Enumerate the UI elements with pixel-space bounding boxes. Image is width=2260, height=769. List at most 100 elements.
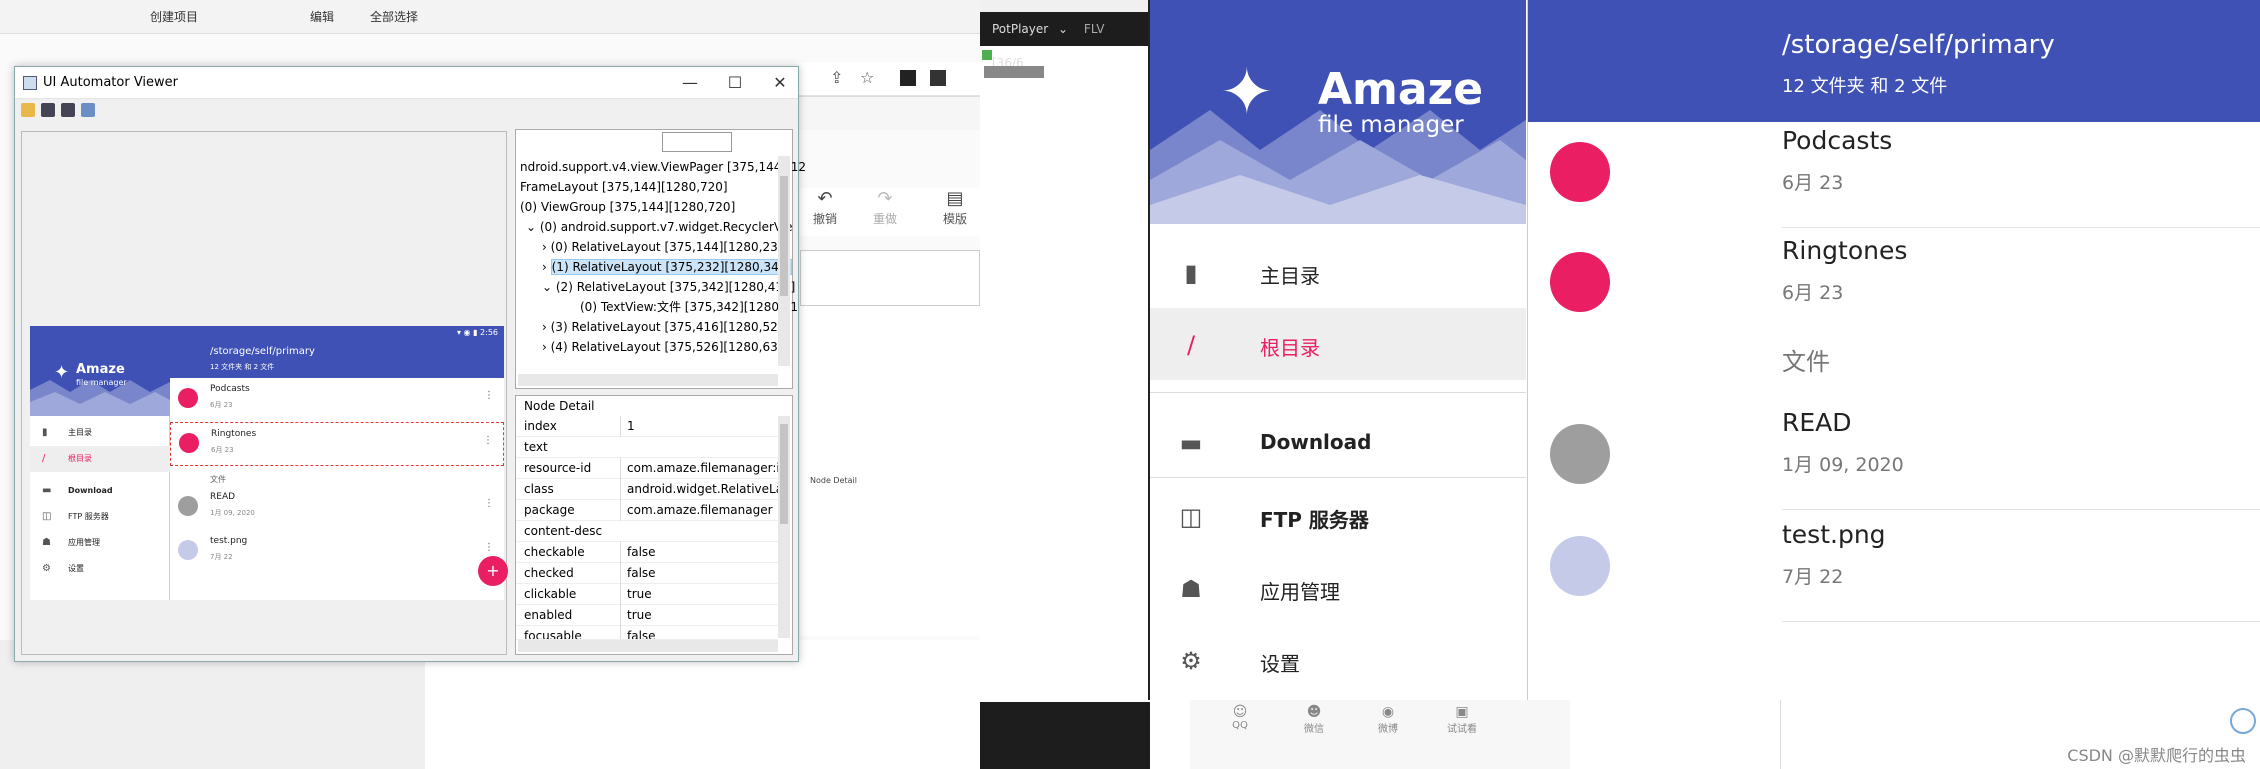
drawer-item-root[interactable]: / 根目录: [30, 446, 170, 472]
drawer-item-apps[interactable]: ☗ 应用管理: [1150, 552, 1526, 624]
tab-select-all[interactable]: 全部选择: [370, 8, 418, 25]
drawer-divider: [1150, 392, 1526, 393]
avatar-icon[interactable]: [2230, 708, 2256, 734]
file-row[interactable]: Podcasts 6月 23 ⋮: [170, 378, 504, 422]
more-icon[interactable]: ⋮: [484, 542, 494, 553]
chevron-down-icon[interactable]: ⌄: [1058, 22, 1068, 36]
template-button[interactable]: ▤ 模版: [930, 188, 980, 227]
share-qq[interactable]: ☺ QQ: [1220, 704, 1260, 731]
ftp-icon: ◫: [1179, 503, 1203, 531]
drawer-item-download[interactable]: ▬ Download: [30, 478, 170, 504]
expand-chevron-icon[interactable]: ⌄: [542, 280, 556, 294]
share-bar: ☺ QQ ☻ 微信 ◉ 微博 ▣ 试试看: [1190, 700, 1570, 769]
tree-node[interactable]: › (0) RelativeLayout [375,144][1280,230]: [542, 238, 790, 256]
tree-scrollbar[interactable]: [778, 156, 790, 366]
more-icon[interactable]: ⋮: [484, 390, 494, 401]
redo-button[interactable]: ↷ 重做: [860, 188, 910, 227]
detail-row[interactable]: index 1: [516, 416, 778, 437]
file-row[interactable]: READ 1月 09, 2020 ⋮: [170, 486, 504, 530]
drawer-item-settings[interactable]: ⚙ 设置: [1150, 624, 1526, 696]
detail-row[interactable]: classandroid.widget.RelativeLayou: [516, 479, 780, 500]
tree-node[interactable]: (0) ViewGroup [375,144][1280,720]: [520, 198, 735, 216]
device-screenshot[interactable]: ▾ ◉ ▮ 2:56 /storage/self/primary 12 文件夹 …: [30, 326, 508, 600]
file-row[interactable]: Podcasts 6月 23: [1528, 118, 2260, 228]
expand-chevron-icon[interactable]: ⌄: [526, 220, 540, 234]
weibo-icon: ◉: [1381, 704, 1395, 720]
tab-create-project[interactable]: 创建项目: [150, 8, 198, 25]
detail-hscrollbar[interactable]: [518, 640, 778, 652]
file-row-selected[interactable]: Ringtones 6月 23 ⋮: [170, 422, 504, 466]
tree-node[interactable]: ⌄ (2) RelativeLayout [375,342][1280,414]: [542, 278, 795, 296]
undo-icon: ↶: [817, 188, 833, 209]
tree-node[interactable]: ndroid.support.v4.view.ViewPager [375,14…: [520, 158, 806, 176]
star-icon[interactable]: ☆: [860, 68, 874, 87]
potplayer-bottom: [980, 702, 1150, 769]
extension-icon[interactable]: [900, 70, 916, 86]
file-row[interactable]: READ 1月 09, 2020: [1528, 400, 2260, 510]
detail-scrollbar[interactable]: [778, 416, 790, 638]
collapse-chevron-icon[interactable]: ›: [542, 240, 551, 254]
folder-count: 12 文件夹 和 2 文件: [210, 363, 275, 371]
drawer-item-home[interactable]: ▮ 主目录: [30, 420, 170, 446]
tree-node[interactable]: (0) TextView:文件 [375,342][1280,41: [580, 298, 798, 316]
open-folder-icon[interactable]: [21, 103, 35, 117]
close-button[interactable]: ✕: [760, 71, 800, 95]
drawer-item-root[interactable]: / 根目录: [1150, 308, 1526, 380]
tree-node[interactable]: ⌄ (0) android.support.v7.widget.Recycler…: [526, 218, 793, 236]
sd-card-icon: ▮: [42, 427, 48, 438]
tab-edit[interactable]: 编辑: [310, 8, 334, 25]
file-row[interactable]: Ringtones 6月 23: [1528, 228, 2260, 338]
minimize-button[interactable]: —: [670, 71, 710, 95]
detail-row[interactable]: content-desc: [516, 521, 778, 542]
compressed-screenshot-icon[interactable]: [61, 103, 75, 117]
behind-window-mini: [800, 250, 980, 306]
drawer-header: ✦ Amaze file manager: [1150, 0, 1526, 224]
detail-row[interactable]: clickable true: [516, 584, 778, 605]
save-icon[interactable]: [81, 103, 95, 117]
gear-icon: ⚙: [1180, 647, 1202, 675]
tree-hscrollbar[interactable]: [518, 374, 778, 386]
scroll-thumb[interactable]: [780, 176, 788, 296]
tree-filter-input[interactable]: [662, 132, 732, 152]
drawer-item-home[interactable]: ▮ 主目录: [1150, 236, 1526, 308]
selenium-icon[interactable]: [930, 70, 946, 86]
detail-row[interactable]: resource-idcom.amaze.filemanager:id/s: [516, 458, 780, 479]
collapse-chevron-icon[interactable]: ›: [542, 320, 551, 334]
section-label: 文件: [1782, 348, 1830, 376]
detail-row[interactable]: package com.amaze.filemanager: [516, 500, 778, 521]
tree-node[interactable]: FrameLayout [375,144][1280,720]: [520, 178, 728, 196]
collapse-chevron-icon[interactable]: ›: [542, 260, 551, 274]
drawer-item-download[interactable]: ▬ Download: [1150, 406, 1526, 478]
detail-row[interactable]: enabled true: [516, 605, 778, 626]
status-bar: ▾ ◉ ▮ 2:56: [30, 326, 504, 340]
file-row[interactable]: test.png 7月 22: [1528, 512, 2260, 622]
potplayer-title[interactable]: PotPlayer: [992, 22, 1048, 36]
maximize-button[interactable]: ☐: [715, 71, 755, 95]
file-row[interactable]: test.png 7月 22 ⋮: [170, 530, 504, 574]
share-try[interactable]: ▣ 试试看: [1442, 704, 1482, 735]
share-wechat[interactable]: ☻ 微信: [1294, 704, 1334, 735]
drawer-item-apps[interactable]: ☗ 应用管理: [30, 530, 170, 556]
device-screenshot-icon[interactable]: [41, 103, 55, 117]
detail-row[interactable]: checkable false: [516, 542, 778, 563]
share-icon[interactable]: ⇪: [830, 68, 843, 87]
detail-row[interactable]: focusable false: [516, 626, 778, 640]
tree-node-selected[interactable]: › (1) RelativeLayout [375,232][1280,340]: [542, 258, 793, 276]
more-icon[interactable]: ⋮: [484, 498, 494, 509]
collapse-chevron-icon[interactable]: ›: [542, 340, 551, 354]
more-icon[interactable]: ⋮: [483, 435, 493, 446]
undo-button[interactable]: ↶ 撤销: [800, 188, 850, 227]
share-weibo[interactable]: ◉ 微博: [1368, 704, 1408, 735]
fab-add-button[interactable]: +: [478, 556, 508, 586]
drawer-item-ftp[interactable]: ◫ FTP 服务器: [30, 504, 170, 530]
tree-node[interactable]: › (4) RelativeLayout [375,526][1280,634]: [542, 338, 790, 356]
detail-row[interactable]: checked false: [516, 563, 778, 584]
tree-node[interactable]: › (3) RelativeLayout [375,416][1280,524]: [542, 318, 790, 336]
drawer-item-ftp[interactable]: ◫ FTP 服务器: [1150, 480, 1526, 552]
logo-subtitle: file manager: [1318, 112, 1464, 138]
uia-toolbar: [15, 99, 798, 121]
detail-row[interactable]: text: [516, 437, 778, 458]
logo-subtitle: file manager: [76, 378, 127, 387]
drawer-item-settings[interactable]: ⚙ 设置: [30, 556, 170, 582]
scroll-thumb[interactable]: [780, 424, 788, 524]
